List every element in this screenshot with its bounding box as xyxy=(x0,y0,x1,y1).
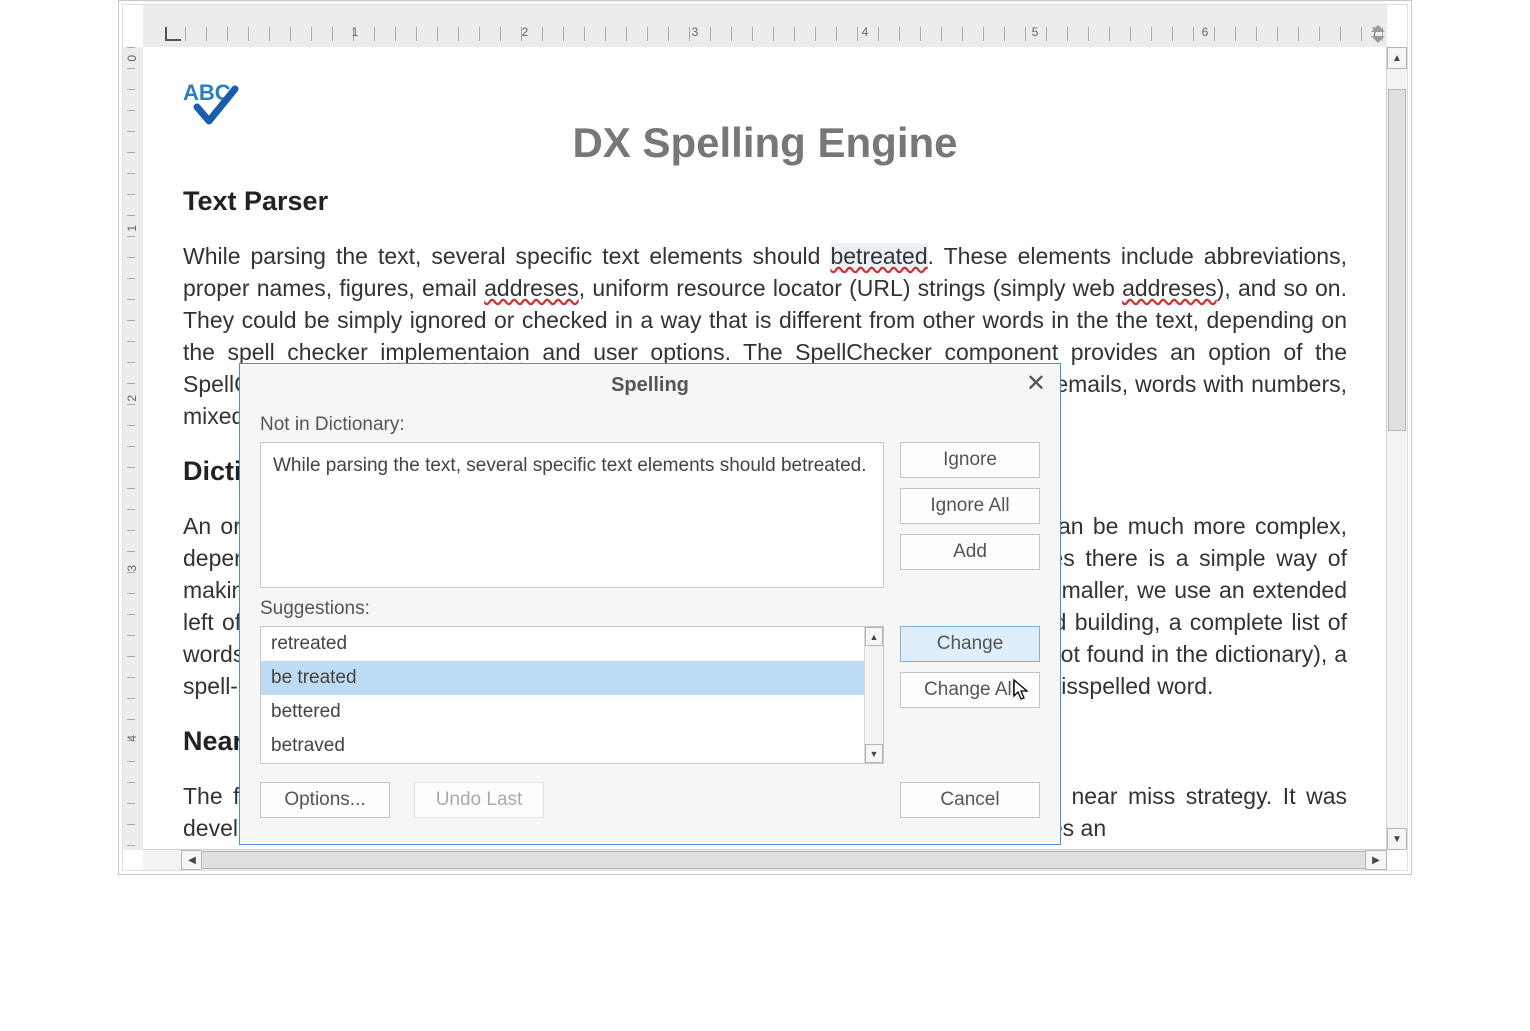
ignore-button[interactable]: Ignore xyxy=(900,442,1040,478)
label-not-in-dictionary: Not in Dictionary: xyxy=(260,414,1040,436)
ruler-number: 5 xyxy=(1030,25,1040,39)
ruler-number: 2 xyxy=(125,395,139,402)
vertical-ruler[interactable]: 0 1 2 3 4 xyxy=(123,47,144,850)
misspelled-word[interactable]: implementaion xyxy=(380,339,530,365)
scroll-down-icon[interactable]: ▼ xyxy=(1387,828,1407,850)
ignore-all-button[interactable]: Ignore All xyxy=(900,488,1040,524)
ruler-number: 1 xyxy=(125,225,139,232)
spellcheck-logo-icon: ABC xyxy=(183,77,241,127)
scroll-up-icon[interactable]: ▲ xyxy=(1387,47,1407,69)
dialog-title: Spelling xyxy=(240,374,1060,397)
undo-last-button[interactable]: Undo Last xyxy=(414,782,544,818)
ruler-v-ticks xyxy=(127,47,135,850)
document-viewport[interactable]: ABC DX Spelling Engine Text Parser While… xyxy=(143,47,1387,850)
ruler-number: 4 xyxy=(125,735,139,742)
misspelled-word[interactable]: addreses xyxy=(1122,275,1217,301)
misspelled-word-highlighted[interactable]: betreated xyxy=(830,243,927,269)
change-all-button[interactable]: Change All xyxy=(900,672,1040,708)
ruler-number: 3 xyxy=(125,565,139,572)
tab-stop-marker[interactable] xyxy=(165,27,181,41)
spelling-dialog: Spelling ✕ Not in Dictionary: Ignore Ign… xyxy=(239,363,1061,845)
suggestion-item[interactable]: be treated xyxy=(261,661,883,695)
label-suggestions: Suggestions: xyxy=(260,598,1040,620)
close-icon[interactable]: ✕ xyxy=(1026,374,1046,394)
suggestions-scrollbar[interactable]: ▲ ▼ xyxy=(864,627,883,763)
ruler-number: 4 xyxy=(860,25,870,39)
suggestions-listbox[interactable]: retreatedbe treatedbetteredbetraved ▲ ▼ xyxy=(260,626,884,764)
ruler-number: 1 xyxy=(350,25,360,39)
vertical-scrollbar[interactable]: ▲ ▼ xyxy=(1386,47,1407,850)
editor-frame: 1234567 01234 ABC DX Spelling Engine xyxy=(122,4,1408,871)
change-button[interactable]: Change xyxy=(900,626,1040,662)
misspelled-word[interactable]: addreses xyxy=(484,275,579,301)
ruler-number: 6 xyxy=(1200,25,1210,39)
suggestion-item[interactable]: retreated xyxy=(261,627,883,661)
add-button[interactable]: Add xyxy=(900,534,1040,570)
ruler-number: 0 xyxy=(125,55,139,62)
scroll-down-icon[interactable]: ▼ xyxy=(865,744,883,763)
suggestion-item[interactable]: betraved xyxy=(261,729,883,763)
not-in-dictionary-textbox[interactable] xyxy=(260,442,884,588)
horizontal-ruler[interactable]: 1234567 xyxy=(143,5,1387,48)
ruler-number: 2 xyxy=(520,25,530,39)
right-indent-marker[interactable] xyxy=(1369,29,1387,41)
options-button[interactable]: Options... xyxy=(260,782,390,818)
scroll-right-icon[interactable]: ▶ xyxy=(1365,850,1387,870)
document-title: DX Spelling Engine xyxy=(183,127,1347,159)
scroll-thumb[interactable] xyxy=(201,851,1367,869)
app-window: 1234567 01234 ABC DX Spelling Engine xyxy=(118,0,1412,875)
scroll-thumb[interactable] xyxy=(1388,89,1406,431)
section-heading-parser: Text Parser xyxy=(183,185,1347,217)
ruler-number: 3 xyxy=(690,25,700,39)
cancel-button[interactable]: Cancel xyxy=(900,782,1040,818)
horizontal-scrollbar[interactable]: ◀ ▶ xyxy=(143,849,1387,870)
dialog-titlebar[interactable]: Spelling ✕ xyxy=(240,364,1060,408)
suggestion-item[interactable]: bettered xyxy=(261,695,883,729)
scroll-up-icon[interactable]: ▲ xyxy=(865,627,883,646)
scroll-left-icon[interactable]: ◀ xyxy=(181,850,203,870)
